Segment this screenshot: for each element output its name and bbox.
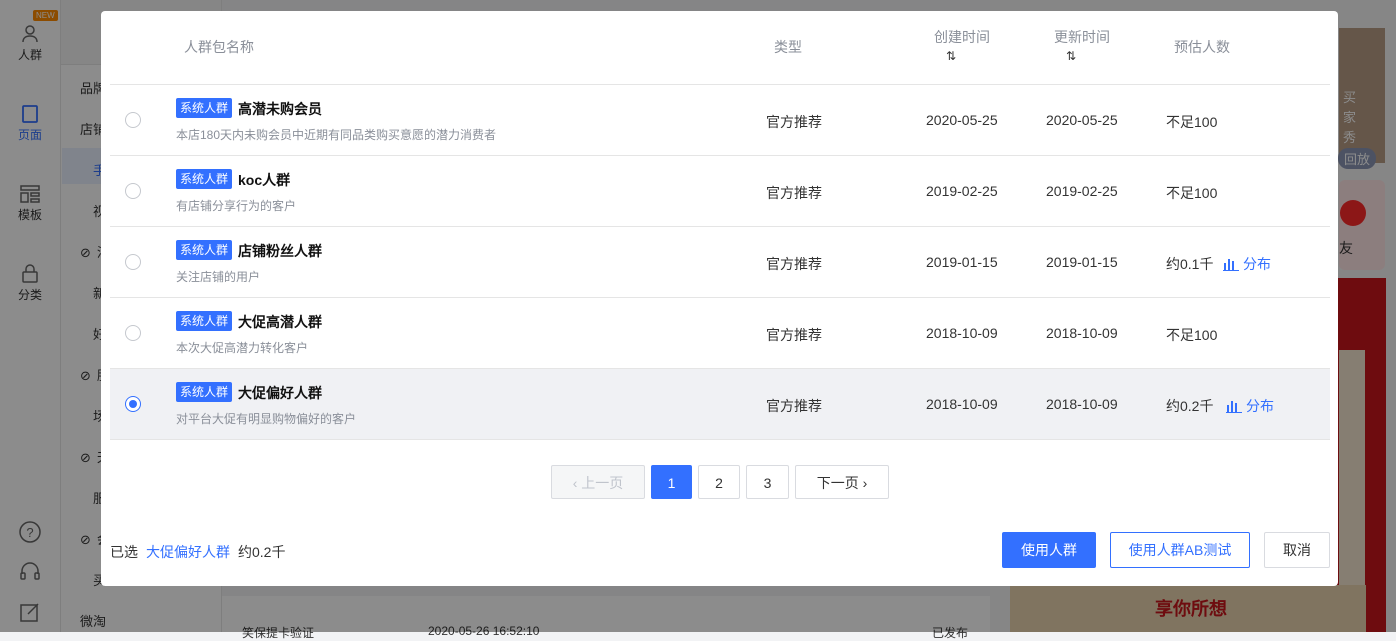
page-button[interactable]: 2 — [698, 465, 740, 499]
table-row[interactable]: 系统人群 店铺粉丝人群 关注店铺的用户 官方推荐 2019-01-15 2019… — [110, 227, 1330, 298]
estimate-count: 不足100 — [1166, 185, 1218, 201]
bar-chart-icon — [1226, 401, 1242, 413]
audience-name: 店铺粉丝人群 — [238, 243, 322, 259]
selected-label: 已选 — [110, 544, 138, 560]
audience-desc: 本店180天内未购会员中近期有同品类购买意愿的潜力消费者 — [176, 128, 497, 142]
table-row[interactable]: 系统人群 koc人群 有店铺分享行为的客户 官方推荐 2019-02-25 20… — [110, 156, 1330, 227]
row-radio[interactable] — [125, 112, 141, 128]
audience-desc: 本次大促高潜力转化客户 — [176, 341, 309, 355]
system-tag: 系统人群 — [176, 240, 233, 260]
system-tag: 系统人群 — [176, 382, 233, 402]
table-row-selected[interactable]: 系统人群 大促偏好人群 对平台大促有明显购物偏好的客户 官方推荐 2018-10… — [110, 369, 1330, 440]
system-tag: 系统人群 — [176, 169, 233, 189]
system-tag: 系统人群 — [176, 311, 233, 331]
created-date: 2018-10-09 — [926, 325, 998, 341]
estimate-count: 不足100 — [1166, 114, 1218, 130]
chevron-left-icon: ‹ — [572, 475, 582, 491]
audience-name: 大促高潜人群 — [238, 314, 322, 330]
updated-date: 2018-10-09 — [1046, 396, 1118, 412]
use-ab-test-button[interactable]: 使用人群AB测试 — [1110, 532, 1250, 568]
audience-name: 大促偏好人群 — [238, 385, 322, 401]
page-button-current[interactable]: 1 — [651, 465, 692, 499]
audience-name: 高潜未购会员 — [238, 101, 322, 117]
distribution-label: 分布 — [1246, 398, 1274, 414]
sort-icon[interactable]: ⇅ — [946, 49, 990, 63]
next-page-label: 下一页 — [816, 475, 859, 491]
row-radio[interactable] — [125, 325, 141, 341]
table-row[interactable]: 系统人群 高潜未购会员 本店180天内未购会员中近期有同品类购买意愿的潜力消费者… — [110, 85, 1330, 156]
row-radio[interactable] — [125, 183, 141, 199]
created-date: 2019-02-25 — [926, 183, 998, 199]
use-audience-button[interactable]: 使用人群 — [1002, 532, 1096, 568]
system-tag: 系统人群 — [176, 98, 233, 118]
row-radio[interactable] — [125, 254, 141, 270]
audience-type: 官方推荐 — [766, 256, 822, 272]
updated-date: 2020-05-25 — [1046, 112, 1118, 128]
updated-date: 2019-01-15 — [1046, 254, 1118, 270]
audience-desc: 对平台大促有明显购物偏好的客户 — [176, 412, 357, 426]
created-date: 2020-05-25 — [926, 112, 998, 128]
header-estimate: 预估人数 — [1174, 39, 1230, 55]
audience-type: 官方推荐 — [766, 185, 822, 201]
header-created[interactable]: 创建时间 ⇅ — [934, 27, 990, 63]
updated-date: 2019-02-25 — [1046, 183, 1118, 199]
distribution-label: 分布 — [1243, 256, 1271, 272]
audience-desc: 关注店铺的用户 — [176, 270, 261, 284]
audience-name: koc人群 — [238, 172, 291, 188]
header-name: 人群包名称 — [184, 39, 254, 55]
header-created-label: 创建时间 — [934, 29, 990, 45]
audience-type: 官方推荐 — [766, 398, 822, 414]
prev-page-label: 上一页 — [581, 475, 624, 491]
sort-icon[interactable]: ⇅ — [1066, 49, 1110, 63]
chevron-right-icon: › — [858, 475, 868, 491]
audience-select-modal: 人群包名称 类型 创建时间 ⇅ 更新时间 ⇅ 预估人数 系统人群 高潜未购会员 … — [101, 11, 1338, 586]
next-page-button[interactable]: 下一页 › — [795, 465, 889, 499]
distribution-link[interactable]: 分布 — [1226, 396, 1274, 416]
estimate-count: 约0.2千 — [1166, 398, 1214, 414]
estimate-count: 不足100 — [1166, 327, 1218, 343]
distribution-link[interactable]: 分布 — [1223, 254, 1271, 274]
audience-type: 官方推荐 — [766, 327, 822, 343]
header-type: 类型 — [774, 39, 802, 55]
updated-date: 2018-10-09 — [1046, 325, 1118, 341]
estimate-count: 约0.1千 — [1166, 256, 1214, 272]
cancel-button[interactable]: 取消 — [1264, 532, 1330, 568]
row-radio-checked[interactable] — [125, 396, 141, 412]
created-date: 2018-10-09 — [926, 396, 998, 412]
audience-type: 官方推荐 — [766, 114, 822, 130]
page-button[interactable]: 3 — [746, 465, 789, 499]
selected-estimate: 约0.2千 — [238, 544, 286, 560]
table-row[interactable]: 系统人群 大促高潜人群 本次大促高潜力转化客户 官方推荐 2018-10-09 … — [110, 298, 1330, 369]
audience-desc: 有店铺分享行为的客户 — [176, 199, 297, 213]
selected-audience-name[interactable]: 大促偏好人群 — [146, 542, 230, 562]
table-header: 人群包名称 类型 创建时间 ⇅ 更新时间 ⇅ 预估人数 — [110, 11, 1330, 85]
bar-chart-icon — [1223, 259, 1239, 271]
created-date: 2019-01-15 — [926, 254, 998, 270]
header-updated[interactable]: 更新时间 ⇅ — [1054, 27, 1110, 63]
header-updated-label: 更新时间 — [1054, 29, 1110, 45]
prev-page-button[interactable]: ‹ 上一页 — [551, 465, 645, 499]
